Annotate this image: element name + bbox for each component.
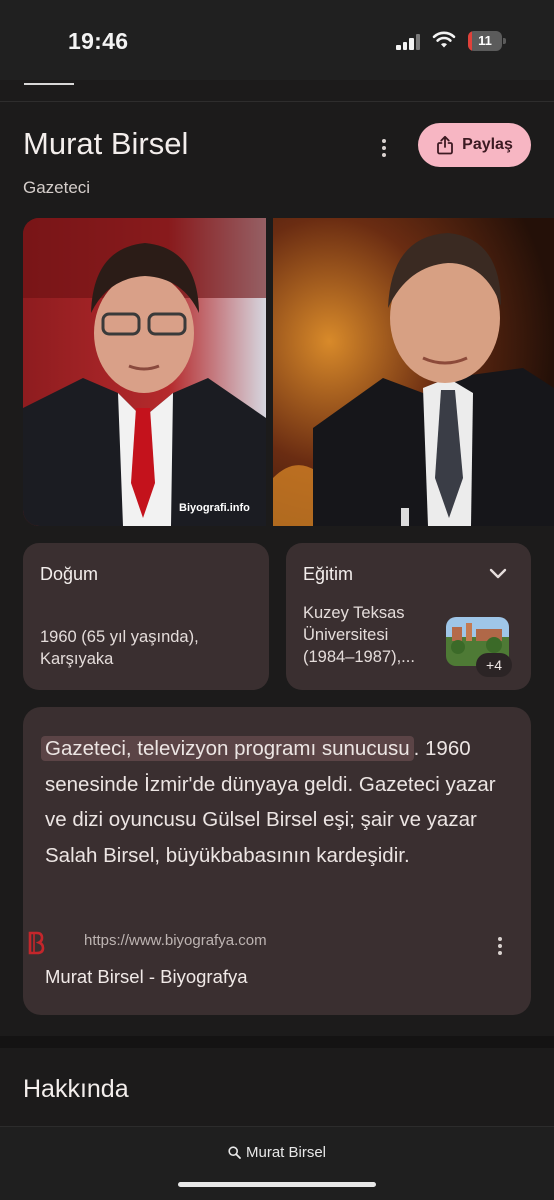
share-icon xyxy=(437,135,454,155)
more-options-icon[interactable] xyxy=(374,136,394,160)
birth-value: 1960 (65 yıl yaşında), Karşıyaka xyxy=(40,628,199,668)
education-label: Eğitim xyxy=(303,564,354,584)
bottom-search-bar xyxy=(0,1126,554,1200)
photo-watermark: Biyografi.info xyxy=(179,502,250,514)
search-icon xyxy=(228,1146,241,1159)
description-highlight: Gazeteci, televizyon programı sunucusu xyxy=(41,736,414,761)
battery-icon: 11 xyxy=(468,31,506,51)
wifi-icon xyxy=(432,31,456,48)
source-title-link[interactable]: Murat Birsel - Biyografya xyxy=(45,966,248,988)
birth-info-card[interactable]: Doğum 1960 (65 yıl yaşında), Karşıyaka xyxy=(23,543,269,690)
person-photo-1[interactable]: Biyografi.info xyxy=(23,218,266,526)
share-button[interactable]: Paylaş xyxy=(418,123,531,167)
education-value: Kuzey Teksas Üniversitesi (1984–1987),..… xyxy=(303,604,415,666)
page-title: Murat Birsel xyxy=(23,126,189,161)
about-section-title: Hakkında xyxy=(23,1075,129,1103)
source-url[interactable]: https://www.biyografya.com xyxy=(84,932,267,949)
education-info-card[interactable]: Eğitim Kuzey Teksas Üniversitesi (1984–1… xyxy=(286,543,531,690)
battery-level: 11 xyxy=(478,33,492,48)
search-query-text: Murat Birsel xyxy=(245,1144,327,1161)
share-label: Paylaş xyxy=(462,136,513,153)
status-time: 19:46 xyxy=(68,28,129,54)
status-bar: 19:46 11 xyxy=(0,0,554,85)
chevron-down-icon[interactable] xyxy=(488,567,508,581)
person-photo-2[interactable] xyxy=(273,218,554,526)
birth-label: Doğum xyxy=(40,564,99,584)
source-more-options-icon[interactable] xyxy=(490,934,510,958)
biyografya-logo-icon xyxy=(28,931,45,955)
cellular-signal-icon xyxy=(396,34,422,50)
tab-indicator xyxy=(24,83,74,85)
page-subtitle: Gazeteci xyxy=(23,178,91,197)
divider xyxy=(0,101,554,102)
section-divider xyxy=(0,1036,554,1048)
search-query-button[interactable]: Murat Birsel xyxy=(0,1144,554,1161)
description-text: Gazeteci, televizyon programı sunucusu. … xyxy=(41,731,515,873)
search-result-page: 19:46 11 Murat Birsel Gazeteci Paylaş Bi… xyxy=(0,0,554,1200)
home-indicator[interactable] xyxy=(178,1182,376,1187)
more-count-badge: +4 xyxy=(476,653,512,677)
